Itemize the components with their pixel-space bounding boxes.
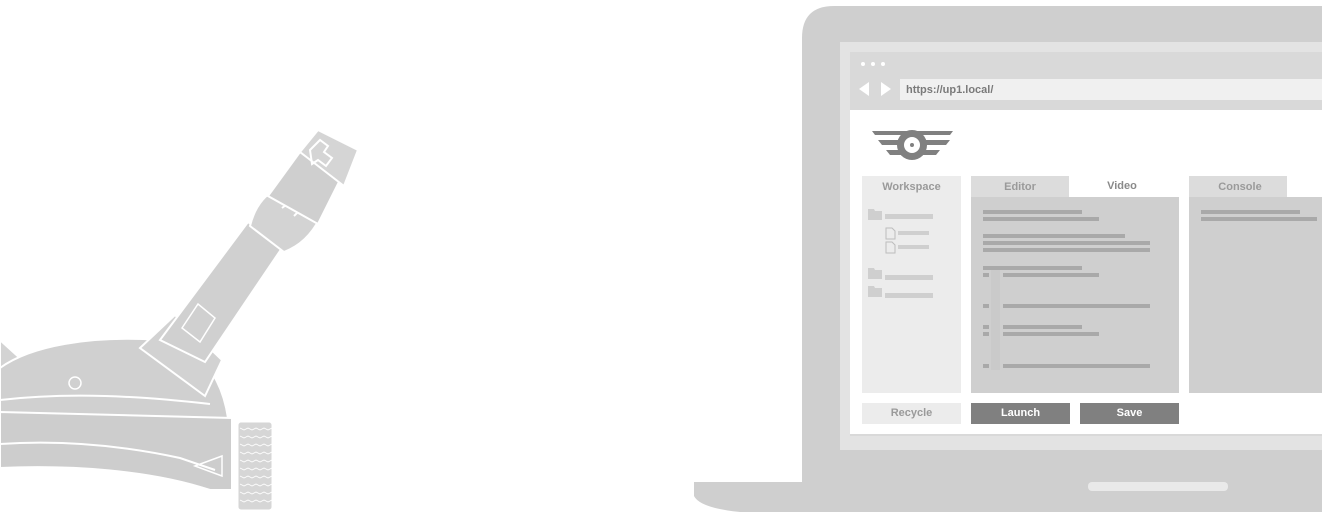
illustration (0, 6, 1322, 512)
tab-console-label[interactable]: Console (1189, 177, 1291, 197)
tab-video-label[interactable]: Video (1069, 176, 1175, 196)
robot-base (0, 337, 275, 511)
recycle-button-label[interactable]: Recycle (862, 403, 961, 424)
robot-wheel (237, 421, 273, 511)
robot-arm-illustration (0, 128, 360, 511)
trackpad-notch (1088, 482, 1228, 491)
launch-button-label[interactable]: Launch (971, 403, 1070, 424)
console-panel[interactable] (1189, 176, 1322, 393)
editor-panel[interactable] (971, 176, 1179, 393)
tab-editor-label[interactable]: Editor (971, 177, 1069, 197)
workspace-panel[interactable] (862, 176, 961, 393)
tab-workspace-label[interactable]: Workspace (862, 177, 961, 197)
save-button-label[interactable]: Save (1080, 403, 1179, 424)
address-bar-url[interactable]: https://up1.local/ (906, 80, 993, 100)
console-content[interactable] (1189, 197, 1322, 393)
editor-content[interactable] (971, 197, 1179, 393)
robot-arm (138, 128, 360, 398)
indent-guide (991, 270, 1000, 370)
